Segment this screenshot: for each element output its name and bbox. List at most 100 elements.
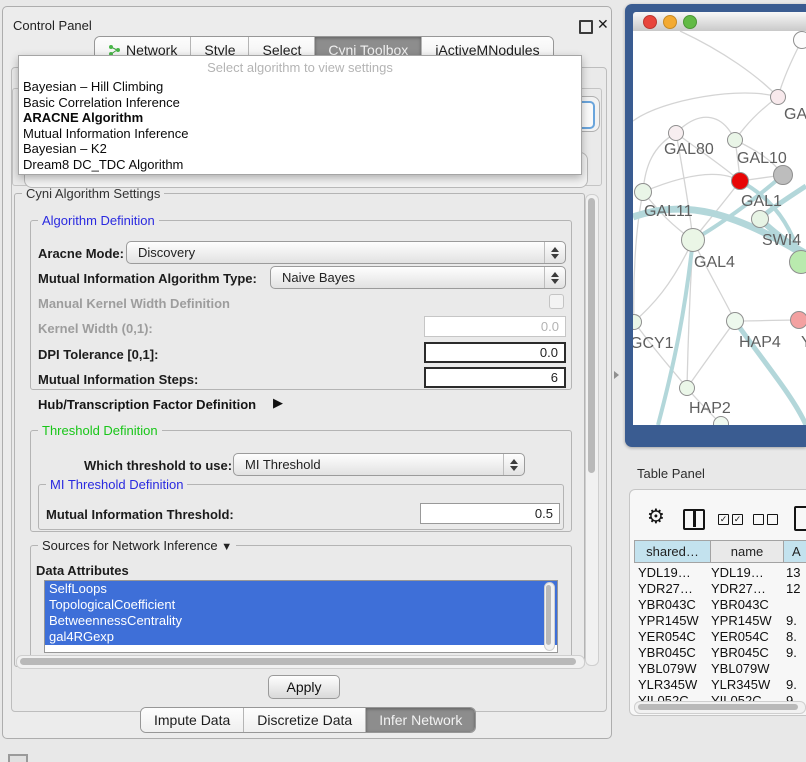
table-row[interactable]: YBR043CYBR043C: [634, 597, 806, 613]
dpi-tolerance-field[interactable]: 0.0: [424, 342, 566, 363]
spinner-arrows-icon: [544, 242, 565, 263]
algorithm-option[interactable]: Mutual Information Inference: [23, 126, 188, 141]
list-item[interactable]: TopologicalCoefficient: [45, 597, 557, 613]
table-row[interactable]: YLR345WYLR345W9.: [634, 677, 806, 693]
network-node[interactable]: [773, 165, 793, 185]
sources-collapse-icon[interactable]: ▼: [221, 541, 232, 553]
table-row[interactable]: YDL19…YDL19…13: [634, 565, 806, 581]
algorithm-option[interactable]: Dream8 DC_TDC Algorithm: [23, 157, 183, 172]
network-node[interactable]: [793, 31, 806, 49]
list-vertical-scrollbar[interactable]: [544, 582, 555, 651]
algorithm-option[interactable]: Basic Correlation Inference: [23, 95, 180, 110]
data-attributes-label: Data Attributes: [36, 563, 129, 578]
node-label: Y: [801, 334, 806, 352]
which-threshold-label: Which threshold to use:: [84, 458, 232, 473]
control-panel-title: Control Panel: [13, 18, 92, 33]
algorithm-option-aracne[interactable]: ARACNE Algorithm: [23, 110, 143, 125]
column-header-name[interactable]: name: [710, 540, 784, 563]
mi-threshold-group-title: MI Threshold Definition: [46, 477, 187, 492]
mi-type-combobox[interactable]: Naive Bayes: [270, 266, 566, 289]
aracne-mode-combobox[interactable]: Discovery: [126, 241, 566, 264]
floating-panel-icon[interactable]: [8, 754, 28, 762]
table-row[interactable]: YBL079WYBL079W: [634, 661, 806, 677]
algorithm-placeholder: Select algorithm to view settings: [19, 60, 581, 75]
network-canvas[interactable]: GAL GAL80 GAL10 GAL1 GAL11 SWI4 GAL4 GCY…: [633, 31, 806, 425]
sources-group-title: Sources for Network Inference ▼: [38, 538, 236, 553]
close-traffic-light[interactable]: [643, 15, 657, 29]
network-node[interactable]: [790, 311, 806, 329]
dpi-tolerance-label: DPI Tolerance [0,1]:: [38, 347, 158, 362]
node-label: GAL1: [741, 193, 782, 211]
unchecked-checkbox-icon[interactable]: [767, 514, 778, 525]
manual-kernel-label: Manual Kernel Width Definition: [38, 296, 230, 311]
table-panel-title: Table Panel: [637, 466, 705, 481]
table-row[interactable]: YER054CYER054C8.: [634, 629, 806, 645]
checked-checkbox-icon[interactable]: ✓: [732, 514, 743, 525]
table-panel: ⚙ ✓ ✓ shared… name A YDL19…YDL19…13 YDR2…: [629, 489, 806, 716]
network-window-titlebar[interactable]: [633, 12, 806, 32]
list-item[interactable]: SelfLoops: [45, 581, 557, 597]
zoom-traffic-light[interactable]: [683, 15, 697, 29]
mi-threshold-field[interactable]: 0.5: [420, 503, 560, 524]
network-node-gal80[interactable]: [668, 125, 684, 141]
checked-checkbox-icon[interactable]: ✓: [718, 514, 729, 525]
tab-discretize-data[interactable]: Discretize Data: [244, 708, 366, 732]
settings-horizontal-scrollbar[interactable]: [16, 655, 585, 669]
table-row[interactable]: YIL052CYIL052C9: [634, 693, 806, 701]
network-node[interactable]: [770, 89, 786, 105]
network-node[interactable]: [789, 250, 806, 274]
kernel-width-label: Kernel Width (0,1):: [38, 321, 153, 336]
node-label: GAL11: [644, 203, 693, 221]
bottom-tabbar: Impute Data Discretize Data Infer Networ…: [140, 707, 476, 733]
split-columns-icon[interactable]: [683, 509, 705, 530]
network-node-swi4[interactable]: [751, 210, 769, 228]
node-label: GAL10: [737, 150, 787, 168]
kernel-width-field[interactable]: 0.0: [424, 316, 566, 337]
gear-icon[interactable]: ⚙: [647, 507, 665, 527]
algorithm-definition-title: Algorithm Definition: [38, 213, 159, 228]
list-item[interactable]: gal4RGexp: [45, 629, 557, 645]
node-label: HAP2: [689, 400, 731, 418]
which-threshold-combobox[interactable]: MI Threshold: [233, 453, 525, 476]
mi-type-label: Mutual Information Algorithm Type:: [38, 271, 257, 286]
minimize-traffic-light[interactable]: [663, 15, 677, 29]
apply-button[interactable]: Apply: [268, 675, 340, 699]
spinner-arrows-icon: [544, 267, 565, 288]
manual-kernel-checkbox[interactable]: [549, 294, 564, 309]
network-node-gal1[interactable]: [731, 172, 749, 190]
threshold-definition-title: Threshold Definition: [38, 423, 162, 438]
network-node-gal4[interactable]: [681, 228, 705, 252]
algorithm-option[interactable]: Bayesian – K2: [23, 141, 107, 156]
page-icon[interactable]: [794, 506, 806, 531]
spinner-arrows-icon: [503, 454, 524, 475]
column-header-partial[interactable]: A: [783, 540, 806, 563]
network-node-hap2[interactable]: [679, 380, 695, 396]
hub-section-label: Hub/Transcription Factor Definition: [38, 397, 256, 412]
algorithm-dropdown-popup: Select algorithm to view settings Bayesi…: [18, 55, 582, 175]
mi-steps-field[interactable]: 6: [424, 367, 566, 388]
unchecked-checkbox-icon[interactable]: [753, 514, 764, 525]
table-row[interactable]: YBR045CYBR045C9.: [634, 645, 806, 661]
splitter-collapse-arrow[interactable]: [614, 371, 619, 379]
float-window-icon[interactable]: [579, 20, 593, 34]
table-row[interactable]: YPR145WYPR145W9.: [634, 613, 806, 629]
mi-threshold-label: Mutual Information Threshold:: [46, 507, 234, 522]
settings-vertical-scrollbar[interactable]: [585, 194, 599, 666]
table-row[interactable]: YDR27…YDR27…12: [634, 581, 806, 597]
network-node-gal10[interactable]: [727, 132, 743, 148]
node-label: HAP4: [739, 334, 781, 352]
close-icon[interactable]: ✕: [597, 16, 609, 33]
network-node-gal11[interactable]: [634, 183, 652, 201]
algorithm-option[interactable]: Bayesian – Hill Climbing: [23, 79, 163, 94]
tab-impute-data[interactable]: Impute Data: [141, 708, 244, 732]
column-header-shared-name[interactable]: shared…: [634, 540, 711, 563]
data-attributes-list: SelfLoops TopologicalCoefficient Between…: [44, 580, 558, 653]
tab-infer-network[interactable]: Infer Network: [366, 708, 475, 732]
node-label: GAL4: [694, 254, 735, 272]
table-horizontal-scrollbar[interactable]: [634, 701, 806, 714]
node-label: SWI4: [762, 232, 801, 250]
network-node-hap4[interactable]: [726, 312, 744, 330]
settings-group-title: Cyni Algorithm Settings: [22, 186, 164, 201]
hub-section-expand-icon[interactable]: ▶: [273, 395, 283, 411]
list-item[interactable]: BetweennessCentrality: [45, 613, 557, 629]
